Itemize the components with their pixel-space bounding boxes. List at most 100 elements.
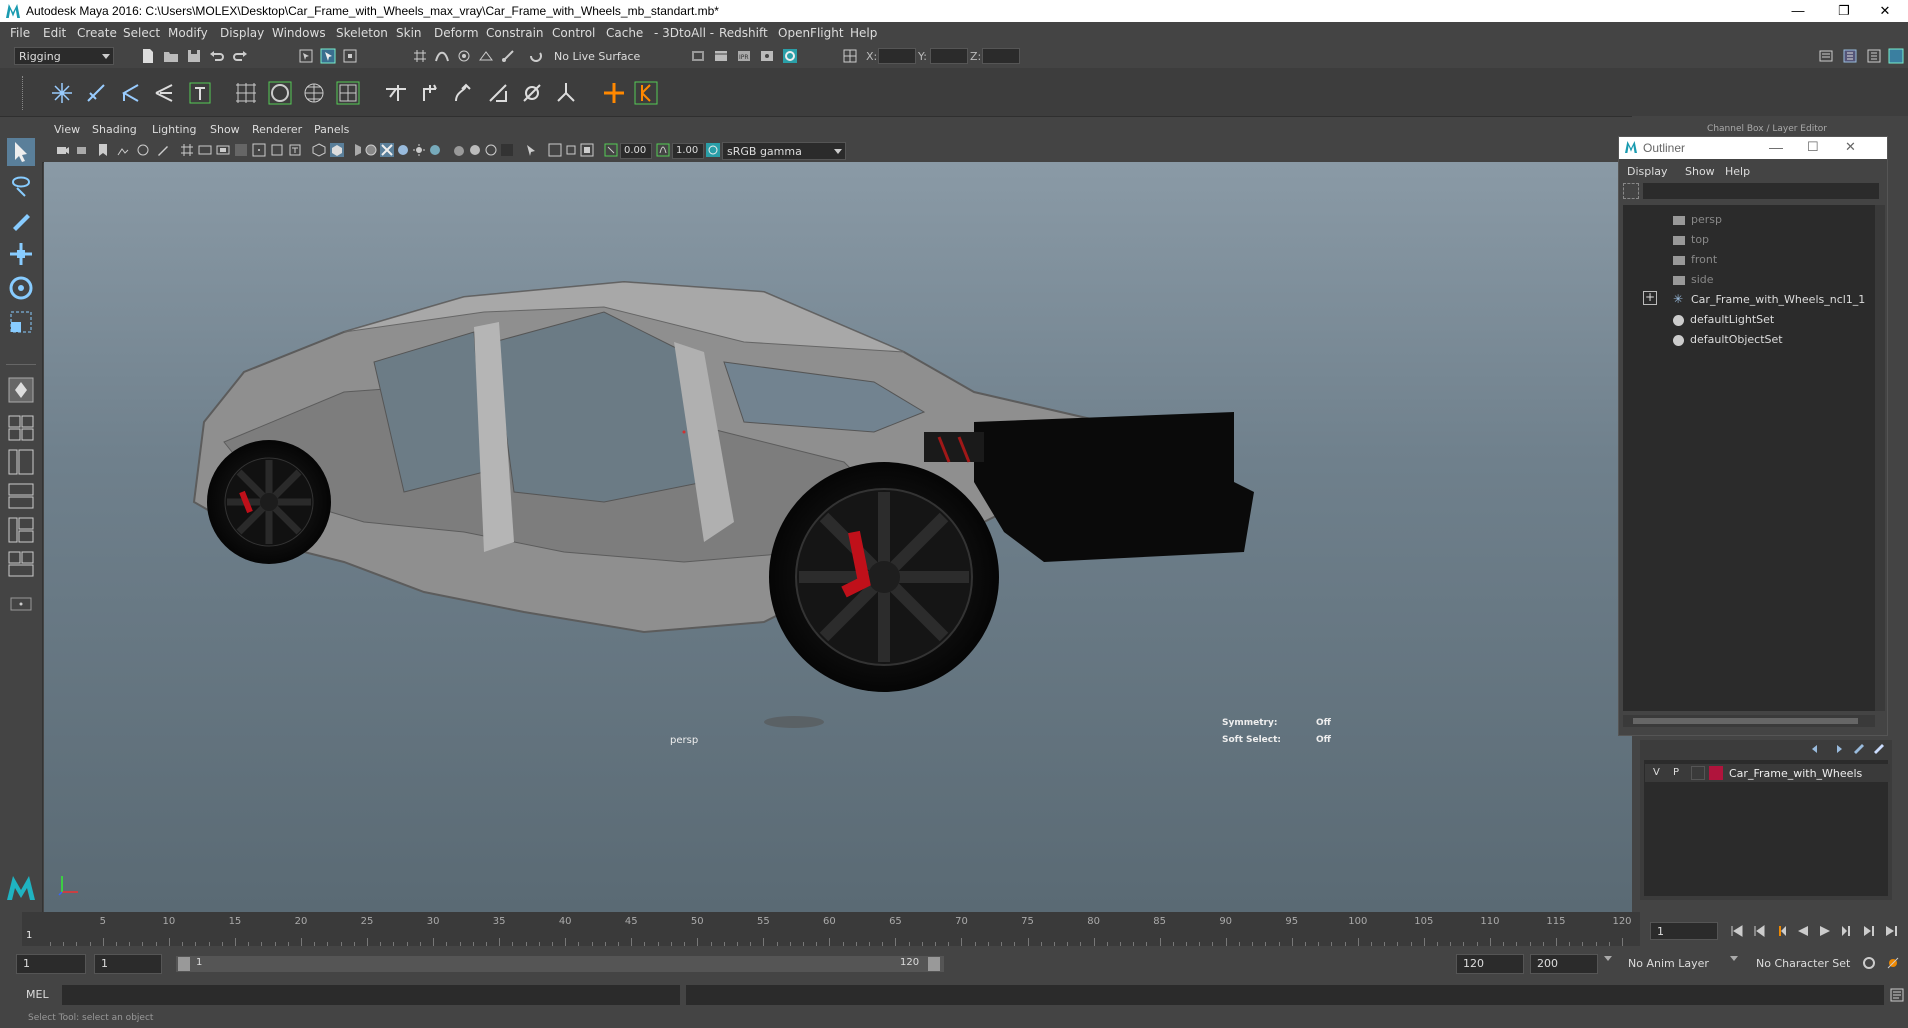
step-forward-key-icon[interactable] — [1862, 924, 1876, 938]
character-set-dropdown[interactable]: No Character Set — [1756, 957, 1850, 970]
chevron-down-icon[interactable] — [1604, 956, 1612, 961]
menu-constrain[interactable]: Constrain — [486, 26, 544, 40]
aim-constraint-icon[interactable] — [520, 81, 544, 105]
outliner-layout-icon[interactable] — [7, 550, 35, 578]
render-settings-icon[interactable] — [690, 48, 706, 64]
layer-playback-toggle[interactable]: P — [1673, 767, 1679, 778]
shadows-icon[interactable] — [428, 143, 442, 157]
hypershade-layout-icon[interactable] — [7, 516, 35, 544]
use-default-material-icon[interactable] — [348, 143, 362, 157]
panel-menu-show[interactable]: Show — [210, 123, 240, 136]
go-to-start-icon[interactable] — [1730, 924, 1744, 938]
four-view-layout-icon[interactable] — [7, 414, 35, 442]
move-layer-up-icon[interactable] — [1810, 742, 1824, 756]
attribute-editor-toggle-icon[interactable] — [1842, 48, 1858, 64]
expand-plus-icon[interactable]: + — [1643, 291, 1657, 305]
menu-deform[interactable]: Deform — [434, 26, 479, 40]
move-layer-down-icon[interactable] — [1830, 742, 1844, 756]
xray-components-icon[interactable] — [564, 143, 578, 157]
script-editor-icon[interactable] — [1890, 988, 1904, 1002]
add-attribute-icon[interactable] — [602, 81, 626, 105]
anti-aliasing-icon[interactable] — [484, 143, 498, 157]
undo-icon[interactable] — [209, 48, 225, 64]
outliner-menu-help[interactable]: Help — [1725, 165, 1750, 178]
minimize-button[interactable]: — — [1775, 0, 1821, 22]
joint-tool-icon[interactable] — [50, 81, 74, 105]
outliner-item-default-light-set[interactable]: defaultLightSet — [1673, 313, 1774, 326]
outliner-filter-icon[interactable] — [1623, 183, 1639, 199]
mirror-joint-icon[interactable] — [118, 81, 142, 105]
menu-edit[interactable]: Edit — [43, 26, 66, 40]
outliner-item-persp[interactable]: persp — [1673, 213, 1722, 226]
range-slider[interactable]: 1 120 — [176, 956, 944, 972]
gamma-field[interactable]: 1.00 — [672, 143, 704, 159]
snap-curve-icon[interactable] — [434, 48, 450, 64]
step-forward-frame-icon[interactable] — [1840, 924, 1854, 938]
gamma-icon[interactable] — [656, 143, 670, 157]
menu-control[interactable]: Control — [552, 26, 595, 40]
paint-select-tool-icon[interactable] — [7, 206, 35, 234]
panel-menu-shading[interactable]: Shading — [92, 123, 137, 136]
select-tool-icon[interactable] — [7, 138, 35, 166]
gate-mask-icon[interactable] — [234, 143, 248, 157]
orient-joint-icon[interactable] — [152, 81, 176, 105]
exposure-icon[interactable] — [604, 143, 618, 157]
redo-icon[interactable] — [232, 48, 248, 64]
move-tool-icon[interactable] — [7, 240, 35, 268]
bookmarks-icon[interactable] — [96, 143, 110, 157]
new-scene-icon[interactable] — [140, 48, 156, 64]
smooth-shade-icon[interactable] — [330, 143, 344, 157]
render-view-icon[interactable] — [759, 48, 775, 64]
insert-joint-icon[interactable] — [84, 81, 108, 105]
snap-grid-icon[interactable] — [412, 48, 428, 64]
wireframe-on-shaded-icon[interactable] — [364, 143, 378, 157]
menu-display[interactable]: Display — [220, 26, 264, 40]
close-button[interactable]: ✕ — [1862, 0, 1908, 22]
snap-view-plane-icon[interactable] — [478, 48, 494, 64]
make-live-icon[interactable] — [528, 48, 544, 64]
pole-vector-icon[interactable] — [554, 81, 578, 105]
parent-constraint-icon[interactable] — [418, 81, 442, 105]
step-back-frame-icon[interactable] — [1774, 924, 1788, 938]
snap-live-icon[interactable] — [500, 48, 516, 64]
outliner-item-top[interactable]: top — [1673, 233, 1709, 246]
go-to-end-icon[interactable] — [1884, 924, 1898, 938]
panel-menu-view[interactable]: View — [54, 123, 80, 136]
persp-outliner-layout-icon[interactable] — [7, 448, 35, 476]
save-scene-icon[interactable] — [186, 48, 202, 64]
xray-joints-icon[interactable] — [548, 143, 562, 157]
select-camera-icon[interactable] — [56, 143, 70, 157]
outliner-item-side[interactable]: side — [1673, 273, 1714, 286]
maya-home-icon[interactable] — [5, 872, 37, 904]
menu-modify[interactable]: Modify — [168, 26, 208, 40]
animation-preferences-icon[interactable] — [1886, 956, 1900, 970]
perspective-viewport[interactable]: persp Symmetry: Off Soft Select: Off — [44, 162, 1632, 912]
step-back-key-icon[interactable] — [1752, 924, 1766, 938]
redshift-render-icon[interactable] — [782, 48, 798, 64]
new-empty-layer-icon[interactable] — [1852, 742, 1866, 756]
new-layer-from-selection-icon[interactable] — [1872, 742, 1886, 756]
set-driven-key-icon[interactable] — [634, 81, 658, 105]
smooth-bind-icon[interactable] — [268, 81, 292, 105]
menu-set-dropdown[interactable]: Rigging — [14, 47, 114, 65]
outliner-item-front[interactable]: front — [1673, 253, 1717, 266]
menu-redshift[interactable]: Redshift — [719, 26, 768, 40]
outliner-menu-show[interactable]: Show — [1685, 165, 1715, 178]
animation-end-field[interactable]: 200 — [1530, 954, 1598, 974]
panel-menu-lighting[interactable]: Lighting — [152, 123, 196, 136]
play-backwards-icon[interactable] — [1796, 924, 1810, 938]
grease-pencil-icon[interactable] — [156, 143, 170, 157]
shelf-handle[interactable] — [22, 76, 31, 110]
ik-handle-icon[interactable] — [188, 81, 212, 105]
outliner-search-input[interactable] — [1643, 183, 1879, 199]
time-slider[interactable]: 5 10 15 20 25 30 35 40 45 50 55 60 65 70 75 80 85 90 95 100… — [22, 912, 1640, 946]
menu-help[interactable]: Help — [850, 26, 877, 40]
ambient-occlusion-icon[interactable] — [452, 143, 466, 157]
menu-select[interactable]: Select — [123, 26, 160, 40]
panel-menu-panels[interactable]: Panels — [314, 123, 349, 136]
cluster-icon[interactable] — [336, 81, 360, 105]
safe-action-icon[interactable] — [270, 143, 284, 157]
command-input[interactable] — [62, 985, 680, 1005]
outliner-item-default-object-set[interactable]: defaultObjectSet — [1673, 333, 1783, 346]
z-coord-field[interactable] — [982, 48, 1020, 64]
